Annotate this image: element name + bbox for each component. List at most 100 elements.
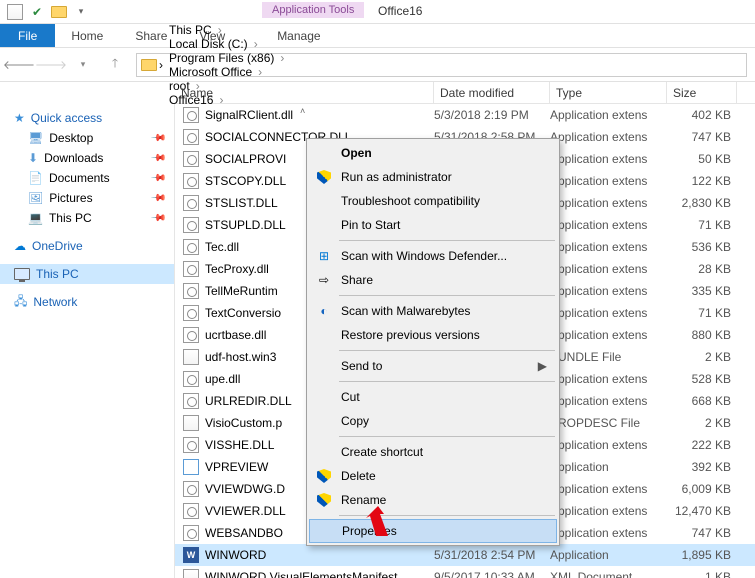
cm-defender[interactable]: ⊞Scan with Windows Defender... xyxy=(309,244,557,268)
file-name: WINWORD.VisualElementsManifest xyxy=(205,570,398,578)
chevron-right-icon[interactable]: › xyxy=(218,23,222,37)
sidebar-this-pc[interactable]: This PC xyxy=(0,264,174,284)
file-name: SOCIALPROVI xyxy=(205,152,286,166)
sidebar-network[interactable]: 🖧 Network xyxy=(0,292,174,312)
nav-recent-icon[interactable]: ▾ xyxy=(72,54,94,76)
file-size: 28 KB xyxy=(667,262,737,276)
cm-copy[interactable]: Copy xyxy=(309,409,557,433)
qat-properties-icon[interactable] xyxy=(4,2,26,22)
item-icon: 💻 xyxy=(28,211,43,225)
col-size[interactable]: Size xyxy=(667,82,737,103)
cm-open[interactable]: Open xyxy=(309,141,557,165)
sidebar-item[interactable]: 🖼Pictures📌 xyxy=(0,188,174,208)
col-date[interactable]: Date modified xyxy=(434,82,550,103)
pin-icon: 📌 xyxy=(149,190,166,207)
file-type: Application extens xyxy=(550,372,667,386)
file-size: 12,470 KB xyxy=(667,504,737,518)
file-size: 747 KB xyxy=(667,130,737,144)
cm-cut[interactable]: Cut xyxy=(309,385,557,409)
application-icon xyxy=(183,459,199,475)
breadcrumb-item[interactable]: Program Files (x86)› xyxy=(165,51,288,65)
cm-properties[interactable]: Properties xyxy=(309,519,557,543)
dll-icon xyxy=(183,393,199,409)
file-name: STSLIST.DLL xyxy=(205,196,278,210)
chevron-right-icon[interactable]: › xyxy=(254,37,258,51)
separator xyxy=(339,350,555,351)
cursor-arrow-annotation xyxy=(358,506,396,546)
item-icon: 🖼 xyxy=(28,191,43,205)
sidebar-item[interactable]: 💻This PC📌 xyxy=(0,208,174,228)
file-row[interactable]: WINWORD.VisualElementsManifest9/5/2017 1… xyxy=(175,566,755,578)
file-row[interactable]: SignalRClient.dll5/3/2018 2:19 PMApplica… xyxy=(175,104,755,126)
file-size: 2 KB xyxy=(667,350,737,364)
cm-delete[interactable]: Delete xyxy=(309,464,557,488)
file-name: ucrtbase.dll xyxy=(205,328,266,342)
dll-icon xyxy=(183,481,199,497)
file-name: STSUPLD.DLL xyxy=(205,218,286,232)
pin-icon: 📌 xyxy=(149,150,166,167)
tab-file[interactable]: File xyxy=(0,24,55,47)
chevron-right-icon[interactable]: › xyxy=(258,65,262,79)
shield-icon xyxy=(315,168,333,186)
file-type: Application extens xyxy=(550,284,667,298)
qat-newfolder-icon[interactable] xyxy=(48,2,70,22)
sidebar-item[interactable]: 🖥Desktop📌 xyxy=(0,128,174,148)
sidebar-onedrive[interactable]: ☁ OneDrive xyxy=(0,236,174,256)
separator xyxy=(339,240,555,241)
breadcrumb-item[interactable]: Microsoft Office› xyxy=(165,65,288,79)
cm-run-as-admin[interactable]: Run as administrator xyxy=(309,165,557,189)
file-type: Application extens xyxy=(550,438,667,452)
file-name: Tec.dll xyxy=(205,240,239,254)
col-name[interactable]: Name˄ xyxy=(175,82,434,103)
breadcrumb-item[interactable]: This PC› xyxy=(165,23,288,37)
window-title: Office16 xyxy=(370,2,430,20)
sidebar-item[interactable]: 📄Documents📌 xyxy=(0,168,174,188)
file-type: Application extens xyxy=(550,218,667,232)
cm-send-to[interactable]: Send to▶ xyxy=(309,354,557,378)
file-size: 122 KB xyxy=(667,174,737,188)
dll-icon xyxy=(183,217,199,233)
nav-back-icon[interactable]: 🡐 xyxy=(8,54,30,76)
file-type: Application extens xyxy=(550,174,667,188)
dll-icon xyxy=(183,327,199,343)
file-type: Application xyxy=(550,548,667,562)
qat-checkbox-icon[interactable]: ✔ xyxy=(26,2,48,22)
chevron-right-icon: ▶ xyxy=(538,359,547,373)
nav-up-icon[interactable]: 🡑 xyxy=(104,54,126,76)
cm-pin-start[interactable]: Pin to Start xyxy=(309,213,557,237)
file-size: 402 KB xyxy=(667,108,737,122)
nav-forward-icon[interactable]: 🡒 xyxy=(40,54,62,76)
file-size: 528 KB xyxy=(667,372,737,386)
chevron-right-icon[interactable]: › xyxy=(159,58,163,72)
sort-up-icon: ˄ xyxy=(300,106,305,116)
col-type[interactable]: Type xyxy=(550,82,667,103)
qat-dropdown-icon[interactable]: ▾ xyxy=(70,2,92,22)
dll-icon xyxy=(183,173,199,189)
address-bar[interactable]: › This PC›Local Disk (C:)›Program Files … xyxy=(136,53,747,77)
dll-icon xyxy=(183,503,199,519)
file-type: Application extens xyxy=(550,328,667,342)
sidebar-quick-access[interactable]: ★ Quick access xyxy=(0,108,174,128)
tab-home[interactable]: Home xyxy=(55,24,119,47)
cm-malwarebytes[interactable]: ◐Scan with Malwarebytes xyxy=(309,299,557,323)
cm-troubleshoot[interactable]: Troubleshoot compatibility xyxy=(309,189,557,213)
cm-share[interactable]: ⇨Share xyxy=(309,268,557,292)
chevron-right-icon[interactable]: › xyxy=(280,51,284,65)
ribbon-tabs: File Home Share View Manage xyxy=(0,24,755,48)
file-type: Application extens xyxy=(550,482,667,496)
cloud-icon: ☁ xyxy=(14,239,26,253)
item-icon: 🖥 xyxy=(28,131,43,145)
cm-restore[interactable]: Restore previous versions xyxy=(309,323,557,347)
dll-icon xyxy=(183,239,199,255)
breadcrumb-item[interactable]: Local Disk (C:)› xyxy=(165,37,288,51)
shield-icon xyxy=(315,491,333,509)
item-icon: ⬇ xyxy=(28,151,38,165)
sidebar-item[interactable]: ⬇Downloads📌 xyxy=(0,148,174,168)
cm-create-shortcut[interactable]: Create shortcut xyxy=(309,440,557,464)
file-name: VVIEWDWG.D xyxy=(205,482,285,496)
file-row[interactable]: WWINWORD5/31/2018 2:54 PMApplication1,89… xyxy=(175,544,755,566)
navigation-pane: ★ Quick access 🖥Desktop📌⬇Downloads📌📄Docu… xyxy=(0,104,175,578)
cm-rename[interactable]: Rename xyxy=(309,488,557,512)
separator xyxy=(339,295,555,296)
dll-icon xyxy=(183,129,199,145)
